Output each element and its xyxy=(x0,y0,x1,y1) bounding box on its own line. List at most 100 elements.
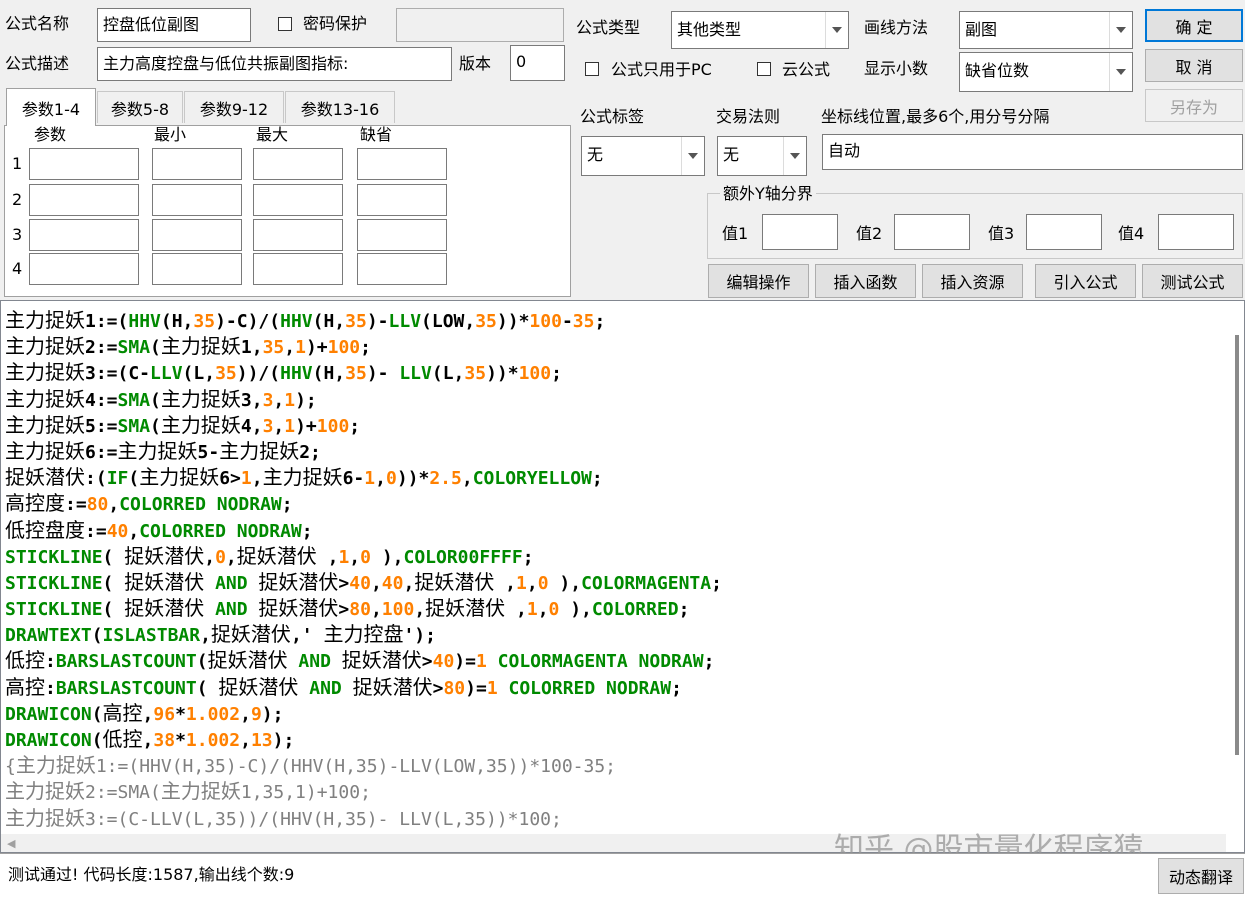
code-token: * xyxy=(175,703,186,725)
ok-button[interactable]: 确 定 xyxy=(1145,9,1243,42)
param-1-name-input[interactable] xyxy=(29,148,139,180)
code-line: 主力捉妖3:=(C-LLV(L,35))/(HHV(H,35)- LLV(L,3… xyxy=(5,359,1220,385)
code-token: , xyxy=(526,572,538,594)
cloud-checkbox[interactable] xyxy=(757,62,771,76)
coord-input[interactable]: 自动 xyxy=(822,134,1243,170)
param-3-name-input[interactable] xyxy=(29,219,139,251)
code-line: 捉妖潜伏:(IF(主力捉妖6>1,主力捉妖6-1,0))*2.5,COLORYE… xyxy=(5,464,1220,490)
code-token: )- xyxy=(366,363,400,385)
code-token: 2:= xyxy=(85,337,118,359)
param-4-max-input[interactable] xyxy=(253,253,343,285)
y-value-4-input[interactable] xyxy=(1158,214,1234,250)
param-2-default-input[interactable] xyxy=(357,184,447,216)
code-token: 0 xyxy=(548,599,560,621)
y-value-1-input[interactable] xyxy=(762,214,838,250)
formula-name-input[interactable]: 控盘低位副图 xyxy=(97,8,251,42)
param-3-min-input[interactable] xyxy=(152,219,242,251)
code-token: 捉妖潜伏 xyxy=(218,674,299,699)
formula-type-label: 公式类型 xyxy=(576,18,641,37)
param-row-num: 2 xyxy=(12,190,23,209)
pc-only-label: 公式只用于PC xyxy=(611,60,712,79)
formula-name-label: 公式名称 xyxy=(5,14,70,33)
y-value-3-input[interactable] xyxy=(1026,214,1102,250)
code-line: {主力捉妖1:=(HHV(H,35)-C)/(HHV(H,35)-LLV(LOW… xyxy=(5,752,1220,778)
code-line: DRAWTEXT(ISLASTBAR,捉妖潜伏,' 主力控盘'); xyxy=(5,621,1220,647)
code-token: ; xyxy=(591,468,603,490)
y-axis-group-label: 额外Y轴分界 xyxy=(720,184,816,204)
code-token: 0 xyxy=(215,546,226,568)
code-token: ; xyxy=(281,494,293,516)
insert-resource-button[interactable]: 插入资源 xyxy=(922,264,1023,298)
tag-select[interactable]: 无 xyxy=(581,136,705,176)
code-editor[interactable]: 主力捉妖1:=(HHV(H,35)-C)/(HHV(H,35)-LLV(LOW,… xyxy=(0,300,1245,853)
code-token: ( xyxy=(196,651,208,673)
code-token: 100 xyxy=(316,415,350,437)
code-token: 0 xyxy=(385,468,397,490)
param-1-max-input[interactable] xyxy=(253,148,343,180)
y-value-2-input[interactable] xyxy=(894,214,970,250)
trade-rule-select[interactable]: 无 xyxy=(717,136,807,176)
edit-ops-button[interactable]: 编辑操作 xyxy=(708,264,809,298)
formula-desc-input[interactable]: 主力高度控盘与低位共振副图指标: xyxy=(97,47,452,81)
draw-method-select[interactable]: 副图 xyxy=(959,11,1133,49)
dynamic-translate-button[interactable]: 动态翻译 xyxy=(1158,858,1244,894)
code-token: > xyxy=(338,599,350,621)
password-checkbox[interactable] xyxy=(278,17,292,31)
code-token: ( xyxy=(150,415,161,437)
param-2-name-input[interactable] xyxy=(29,184,139,216)
code-token: 5- xyxy=(197,441,220,463)
code-token: , xyxy=(403,572,415,594)
code-token: : xyxy=(45,651,56,673)
code-token: COLORMAGENTA NODRAW xyxy=(486,651,704,673)
code-line: 主力捉妖2:=SMA(主力捉妖1,35,1)+100; xyxy=(5,333,1220,359)
code-token: > xyxy=(338,572,350,594)
param-2-min-input[interactable] xyxy=(152,184,242,216)
code-token: , xyxy=(316,546,339,568)
code-token: 主力捉妖 xyxy=(5,360,85,385)
param-1-min-input[interactable] xyxy=(152,148,242,180)
code-token: 捉妖潜伏 xyxy=(124,543,205,568)
code-token: := xyxy=(85,520,107,542)
param-4-default-input[interactable] xyxy=(357,253,447,285)
param-2-max-input[interactable] xyxy=(253,184,343,216)
pc-only-checkbox[interactable] xyxy=(585,62,599,76)
code-token: COLORRED xyxy=(591,599,679,621)
vertical-scrollbar[interactable] xyxy=(1226,301,1244,852)
code-token: DRAWICON xyxy=(5,703,92,725)
code-token: ( xyxy=(128,468,140,490)
scroll-left-arrow-icon[interactable]: ◀ xyxy=(7,837,15,850)
tab-params-5-8[interactable]: 参数5-8 xyxy=(97,91,183,123)
test-formula-button[interactable]: 测试公式 xyxy=(1142,264,1243,298)
code-token: STICKLINE xyxy=(5,599,103,621)
param-4-name-input[interactable] xyxy=(29,253,139,285)
code-token: ))/( xyxy=(236,363,281,385)
code-token: ))* xyxy=(396,468,430,490)
insert-function-button[interactable]: 插入函数 xyxy=(815,264,916,298)
code-token: ; xyxy=(678,599,690,621)
code-token: ( xyxy=(150,337,161,359)
code-token: 主力捉妖 xyxy=(15,753,96,778)
tab-params-1-4[interactable]: 参数1-4 xyxy=(6,88,96,126)
param-3-default-input[interactable] xyxy=(357,219,447,251)
code-token: LLV xyxy=(399,363,432,385)
version-input[interactable]: 0 xyxy=(510,45,565,81)
code-token: 主力捉妖 xyxy=(5,779,85,804)
import-formula-button[interactable]: 引入公式 xyxy=(1035,264,1136,298)
param-4-min-input[interactable] xyxy=(152,253,242,285)
code-token: , xyxy=(375,468,386,490)
cancel-button[interactable]: 取 消 xyxy=(1145,49,1243,82)
param-3-max-input[interactable] xyxy=(253,219,343,251)
code-token: , xyxy=(505,599,527,621)
formula-type-value: 其他类型 xyxy=(677,20,742,39)
tab-params-13-16[interactable]: 参数13-16 xyxy=(285,91,395,123)
decimal-select[interactable]: 缺省位数 xyxy=(959,52,1133,92)
code-token: 捉妖潜伏 xyxy=(5,465,85,490)
formula-type-select[interactable]: 其他类型 xyxy=(671,11,849,49)
code-token: 1 xyxy=(284,415,296,437)
scrollbar-thumb[interactable] xyxy=(1235,335,1239,755)
param-1-default-input[interactable] xyxy=(357,148,447,180)
code-token: 35 xyxy=(464,363,487,385)
code-line: 主力捉妖2:=SMA(主力捉妖1,35,1)+100; xyxy=(5,778,1220,804)
tab-params-9-12[interactable]: 参数9-12 xyxy=(184,91,284,123)
code-token: ( xyxy=(102,546,125,568)
